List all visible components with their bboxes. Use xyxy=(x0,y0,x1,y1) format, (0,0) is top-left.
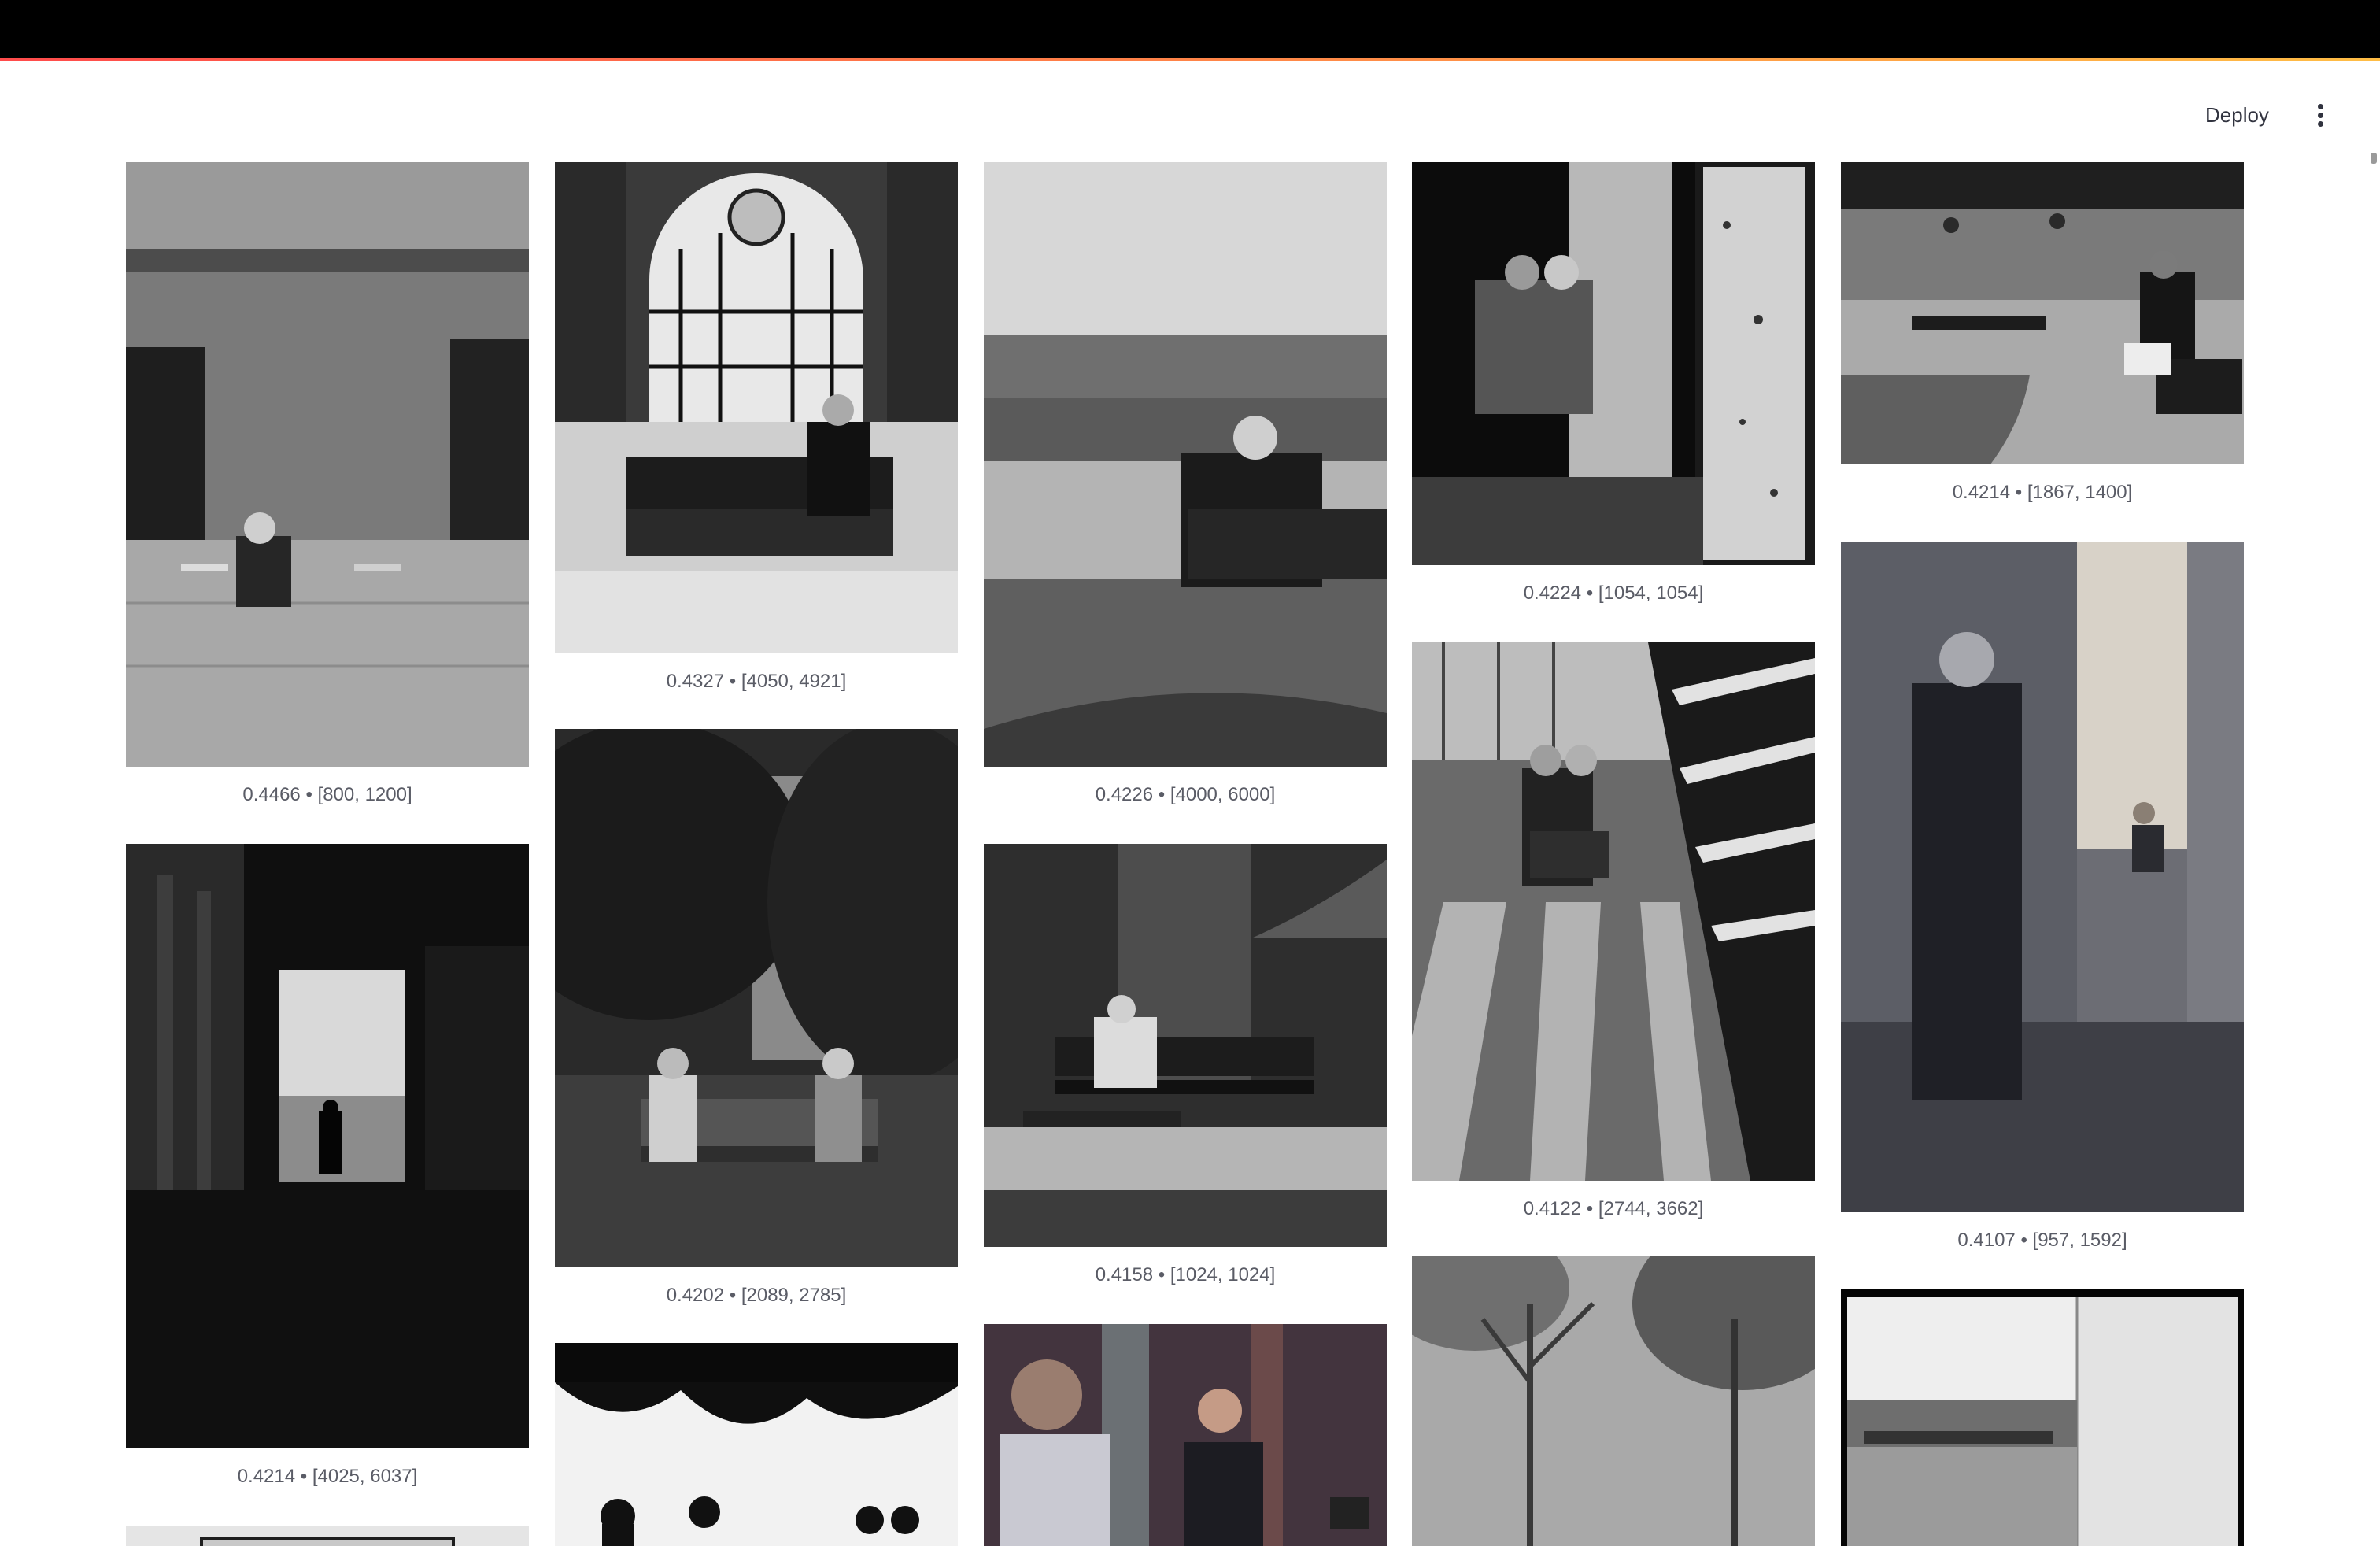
browser-top-bar xyxy=(0,0,2380,58)
image-caption: 0.4226 • [4000, 6000] xyxy=(1095,784,1276,805)
photo-man-walking-in-arcade[interactable] xyxy=(126,844,529,1448)
photo-foggy-park-trees[interactable] xyxy=(1412,1256,1815,1546)
image-caption: 0.4214 • [4025, 6037] xyxy=(237,1466,418,1487)
image-caption: 0.4466 • [800, 1200] xyxy=(242,784,412,805)
image-caption: 0.4158 • [1024, 1024] xyxy=(1095,1264,1276,1285)
photo-men-in-reflection[interactable] xyxy=(984,1324,1387,1546)
image-caption: 0.4224 • [1054, 1054] xyxy=(1523,583,1704,604)
more-vertical-icon[interactable] xyxy=(2304,88,2336,142)
image-caption: 0.4202 • [2089, 2785] xyxy=(666,1285,847,1306)
photo-man-on-bench-in-concrete-space[interactable] xyxy=(1841,162,2244,464)
photo-couple-on-stone-bench-light-stripes[interactable] xyxy=(1412,642,1815,1181)
image-caption: 0.4214 • [1867, 1400] xyxy=(1952,482,2133,503)
image-caption: 0.4327 • [4050, 4921] xyxy=(666,671,847,692)
photo-two-men-on-park-bench[interactable] xyxy=(555,729,958,1267)
photo-man-reading-under-tree[interactable] xyxy=(984,844,1387,1247)
photo-man-in-coat-by-column[interactable] xyxy=(1841,542,2244,1212)
photo-people-at-cafe-by-pillar[interactable] xyxy=(1412,162,1815,565)
photo-building-with-film-border[interactable] xyxy=(1841,1289,2244,1546)
image-caption: 0.4107 • [957, 1592] xyxy=(1957,1230,2127,1251)
photo-partial[interactable] xyxy=(126,1526,529,1546)
image-caption: 0.4122 • [2744, 3662] xyxy=(1523,1198,1704,1219)
photo-man-on-bench-in-hall[interactable] xyxy=(555,162,958,653)
photo-old-man-on-bench-by-river[interactable] xyxy=(984,162,1387,767)
scrollbar-thumb[interactable] xyxy=(2371,153,2377,164)
deploy-button[interactable]: Deploy xyxy=(2188,88,2286,142)
app-header xyxy=(0,61,2380,154)
photo-people-under-trees[interactable] xyxy=(555,1343,958,1546)
photo-man-on-chair-by-building[interactable] xyxy=(126,162,529,767)
